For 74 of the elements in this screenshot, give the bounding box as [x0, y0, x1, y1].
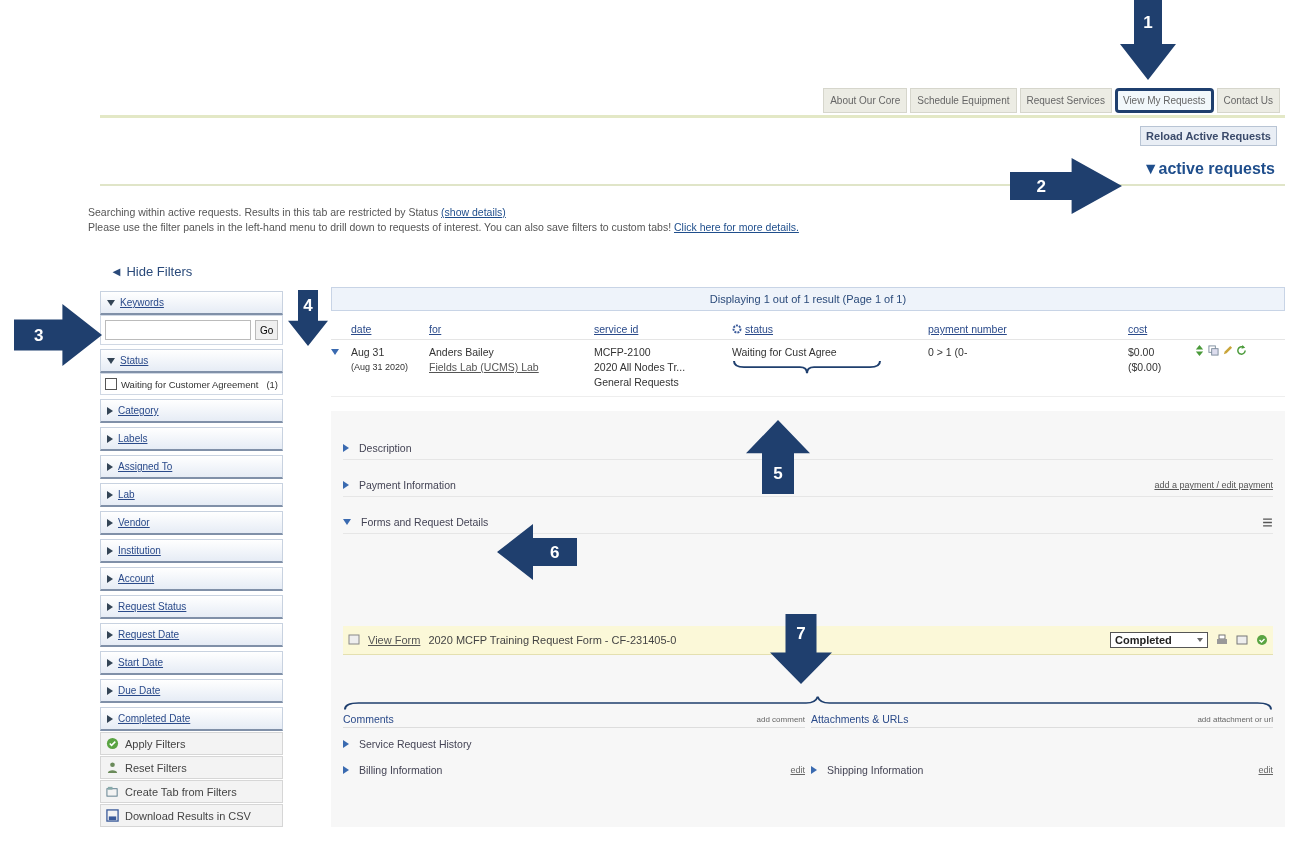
date-text: Aug 31: [351, 345, 386, 360]
callout-number: 5: [772, 462, 784, 485]
nav-tab[interactable]: View My Requests: [1114, 88, 1214, 113]
filter-header[interactable]: Assigned To: [100, 455, 283, 479]
column-header[interactable]: status: [732, 323, 928, 335]
filter-action-button[interactable]: Reset Filters: [100, 756, 283, 779]
edit-link[interactable]: edit: [790, 765, 805, 775]
filter-header[interactable]: Status: [100, 349, 283, 373]
column-header[interactable]: date: [351, 323, 429, 335]
payment-text: 0 > 1 (0-: [928, 345, 969, 360]
service-text: MCFP-2100: [594, 345, 652, 360]
filter-action-button[interactable]: Download Results in CSV: [100, 804, 283, 827]
cost-sub: ($0.00): [1128, 360, 1163, 375]
section-label[interactable]: Description: [359, 442, 412, 454]
filter-header[interactable]: Due Date: [100, 679, 283, 703]
results-summary: Displaying 1 out of 1 result (Page 1 of 1): [331, 287, 1285, 311]
filter-action-button[interactable]: Apply Filters: [100, 732, 283, 755]
nav-tab[interactable]: About Our Core: [823, 88, 908, 113]
section-title[interactable]: ▼active requests: [1142, 160, 1275, 178]
column-header[interactable]: for: [429, 323, 594, 335]
form-name: 2020 MCFP Training Request Form - CF-231405-0: [428, 634, 678, 646]
filter-action-button[interactable]: Create Tab from Filters: [100, 780, 283, 803]
status-option: Waiting for Customer Agreement: [121, 378, 263, 390]
filter-header[interactable]: Request Date: [100, 623, 283, 647]
filter-header[interactable]: Institution: [100, 539, 283, 563]
view-form-link[interactable]: View Form: [368, 634, 421, 646]
filter-header[interactable]: Lab: [100, 483, 283, 507]
nav-tab[interactable]: Contact Us: [1216, 88, 1280, 113]
callout-number: 3: [32, 324, 45, 347]
add-comment-link[interactable]: add comment: [756, 714, 805, 724]
column-header[interactable]: payment number: [928, 323, 1128, 335]
history-label[interactable]: Service Request History: [359, 738, 472, 750]
callout-number: 7: [795, 623, 807, 646]
reload-button[interactable]: Reload Active Requests: [1140, 126, 1277, 146]
shipping-label[interactable]: Shipping Information: [827, 764, 924, 776]
go-button[interactable]: Go: [255, 320, 279, 340]
filter-header[interactable]: Start Date: [100, 651, 283, 675]
hide-filters-link[interactable]: ◄ Hide Filters: [110, 264, 193, 279]
callout-number: 2: [1035, 175, 1048, 198]
lab-link[interactable]: Fields Lab (UCMS) Lab: [429, 361, 539, 373]
details-link[interactable]: Click here for more details.: [674, 221, 799, 233]
payment-link[interactable]: add a payment / edit payment: [1154, 480, 1273, 490]
option-count: (1): [266, 378, 278, 390]
nav-tab[interactable]: Request Services: [1019, 88, 1112, 113]
filter-header[interactable]: Account: [100, 567, 283, 591]
details-link[interactable]: (show details): [441, 206, 506, 218]
comments-title: Comments: [343, 713, 394, 725]
notice-text: Searching within active requests. Results in this tab are restricted by Status (show details): [88, 206, 507, 218]
date-sub: (Aug 31 2020): [351, 361, 410, 374]
filter-header[interactable]: Category: [100, 399, 283, 423]
callout-number: 1: [1142, 11, 1154, 34]
billing-label[interactable]: Billing Information: [359, 764, 443, 776]
attachments-title: Attachments & URLs: [811, 713, 909, 725]
nav-tab[interactable]: Schedule Equipment: [910, 88, 1017, 113]
filter-header[interactable]: Labels: [100, 427, 283, 451]
filter-header[interactable]: Request Status: [100, 595, 283, 619]
notice-text: Please use the filter panels in the left-hand menu to drill down to requests of interest. You can also save filters to custom tabs! Click here for more details.: [88, 221, 800, 233]
column-header[interactable]: service id: [594, 323, 732, 335]
filter-header[interactable]: Completed Date: [100, 707, 283, 731]
section-label[interactable]: Payment Information: [359, 479, 456, 491]
status-text: Waiting for Cust Agree: [732, 345, 838, 360]
filter-header[interactable]: Vendor: [100, 511, 283, 535]
callout-number: 4: [302, 295, 314, 317]
service-text: 2020 All Nodes Tr...: [594, 360, 687, 375]
section-label[interactable]: Forms and Request Details: [361, 516, 489, 528]
filter-header[interactable]: Keywords: [100, 291, 283, 315]
callout-number: 6: [548, 541, 561, 564]
add-attachment-link[interactable]: add attachment or url: [1197, 714, 1273, 724]
form-status-select[interactable]: Completed: [1110, 632, 1208, 648]
service-text: General Requests: [594, 375, 680, 390]
column-header[interactable]: cost: [1128, 323, 1194, 335]
cost-text: $0.00: [1128, 345, 1156, 360]
customer-name: Anders Bailey: [429, 345, 495, 360]
edit-link[interactable]: edit: [1258, 765, 1273, 775]
